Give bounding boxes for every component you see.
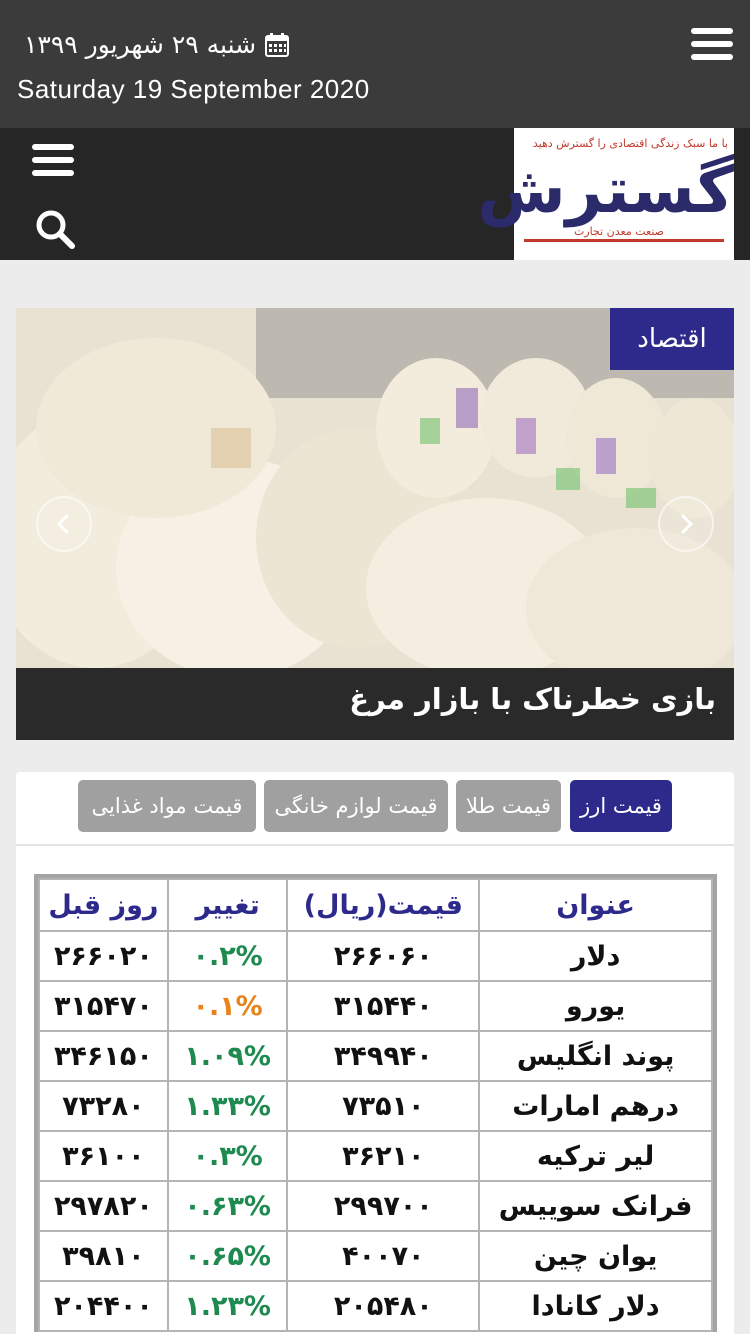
persian-date-text: شنبه ۲۹ شهریور ۱۳۹۹ <box>24 30 257 59</box>
main-menu-button[interactable] <box>691 28 733 62</box>
logo-divider <box>524 239 724 242</box>
row-change: ۱.۲۳% <box>166 1280 289 1332</box>
chevron-right-icon <box>680 513 694 535</box>
table-row: یورو ۳۱۵۴۴۰ ۰.۱% ۳۱۵۴۷۰ <box>38 980 713 1032</box>
table-row: دلار کانادا ۲۰۵۴۸۰ ۱.۲۳% ۲۰۴۴۰۰ <box>38 1280 713 1332</box>
row-previous: ۲۶۶۰۲۰ <box>38 930 169 982</box>
row-price: ۳۱۵۴۴۰ <box>286 980 481 1032</box>
row-name: دلار کانادا <box>478 1280 713 1332</box>
row-previous: ۳۶۱۰۰ <box>38 1130 169 1182</box>
persian-date: شنبه ۲۹ شهریور ۱۳۹۹ <box>24 30 290 59</box>
row-change: ۰.۳% <box>166 1130 289 1182</box>
site-header: با ما سبک زندگی اقتصادی را گسترش دهید گس… <box>0 128 750 260</box>
table-row: یوان چین ۴۰۰۷۰ ۰.۶۵% ۳۹۸۱۰ <box>38 1230 713 1282</box>
header-change: تغییر <box>166 878 289 932</box>
row-price: ۳۶۲۱۰ <box>286 1130 481 1182</box>
logo-subtitle: صنعت معدن تجارت <box>574 225 664 238</box>
row-change: ۰.۱% <box>166 980 289 1032</box>
tab-gold[interactable]: قیمت طلا <box>456 780 561 832</box>
english-date: Saturday 19 September 2020 <box>17 74 370 104</box>
row-previous: ۲۰۴۴۰۰ <box>38 1280 169 1332</box>
row-change: ۰.۶۵% <box>166 1230 289 1282</box>
chevron-left-icon <box>56 513 70 535</box>
table-row: پوند انگلیس ۳۴۹۹۴۰ ۱.۰۹% ۳۴۶۱۵۰ <box>38 1030 713 1082</box>
slider-next-button[interactable] <box>658 496 714 552</box>
category-menu-button[interactable] <box>32 144 74 178</box>
row-name: پوند انگلیس <box>478 1030 713 1082</box>
row-price: ۴۰۰۷۰ <box>286 1230 481 1282</box>
hamburger-icon <box>32 144 74 150</box>
slider-prev-button[interactable] <box>36 496 92 552</box>
header-name: عنوان <box>478 878 713 932</box>
row-price: ۲۶۶۰۶۰ <box>286 930 481 982</box>
price-card: قیمت ارز قیمت طلا قیمت لوازم خانگی قیمت … <box>16 772 734 1334</box>
row-previous: ۷۳۲۸۰ <box>38 1080 169 1132</box>
price-tabs: قیمت ارز قیمت طلا قیمت لوازم خانگی قیمت … <box>16 772 734 846</box>
calendar-icon <box>265 32 290 57</box>
tab-food[interactable]: قیمت مواد غذایی <box>78 780 256 832</box>
news-slider[interactable]: اقتصاد بازی خطرناک با بازار مرغ <box>16 308 734 740</box>
row-name: فرانک سوییس <box>478 1180 713 1232</box>
table-row: درهم امارات ۷۳۵۱۰ ۱.۳۳% ۷۳۲۸۰ <box>38 1080 713 1132</box>
logo-wordmark: گسترش <box>477 154 736 228</box>
row-previous: ۲۹۷۸۲۰ <box>38 1180 169 1232</box>
row-previous: ۳۹۸۱۰ <box>38 1230 169 1282</box>
row-name: درهم امارات <box>478 1080 713 1132</box>
table-row: فرانک سوییس ۲۹۹۷۰۰ ۰.۶۳% ۲۹۷۸۲۰ <box>38 1180 713 1232</box>
row-price: ۲۹۹۷۰۰ <box>286 1180 481 1232</box>
header-price: قیمت(ریال) <box>286 878 481 932</box>
table-row: دلار ۲۶۶۰۶۰ ۰.۲% ۲۶۶۰۲۰ <box>38 930 713 982</box>
row-change: ۱.۰۹% <box>166 1030 289 1082</box>
row-name: یورو <box>478 980 713 1032</box>
tab-appliances[interactable]: قیمت لوازم خانگی <box>264 780 448 832</box>
row-change: ۰.۶۳% <box>166 1180 289 1232</box>
category-badge[interactable]: اقتصاد <box>610 308 734 370</box>
row-change: ۱.۳۳% <box>166 1080 289 1132</box>
row-previous: ۳۱۵۴۷۰ <box>38 980 169 1032</box>
tab-currency[interactable]: قیمت ارز <box>570 780 672 832</box>
row-price: ۳۴۹۹۴۰ <box>286 1030 481 1082</box>
site-logo[interactable]: با ما سبک زندگی اقتصادی را گسترش دهید گس… <box>477 128 736 260</box>
hamburger-icon <box>691 28 733 34</box>
header-previous: روز قبل <box>38 878 169 932</box>
top-date-bar: شنبه ۲۹ شهریور ۱۳۹۹ Saturday 19 Septembe… <box>0 0 750 128</box>
logo-tagline: با ما سبک زندگی اقتصادی را گسترش دهید <box>532 137 728 150</box>
row-change: ۰.۲% <box>166 930 289 982</box>
currency-table: عنوان قیمت(ریال) تغییر روز قبل دلار ۲۶۶۰… <box>34 874 717 1332</box>
row-name: لیر ترکیه <box>478 1130 713 1182</box>
table-header-row: عنوان قیمت(ریال) تغییر روز قبل <box>38 878 713 932</box>
search-icon[interactable] <box>34 208 76 250</box>
row-name: یوان چین <box>478 1230 713 1282</box>
slide-headline[interactable]: بازی خطرناک با بازار مرغ <box>16 668 734 740</box>
row-price: ۲۰۵۴۸۰ <box>286 1280 481 1332</box>
row-price: ۷۳۵۱۰ <box>286 1080 481 1132</box>
table-row: لیر ترکیه ۳۶۲۱۰ ۰.۳% ۳۶۱۰۰ <box>38 1130 713 1182</box>
row-name: دلار <box>478 930 713 982</box>
row-previous: ۳۴۶۱۵۰ <box>38 1030 169 1082</box>
